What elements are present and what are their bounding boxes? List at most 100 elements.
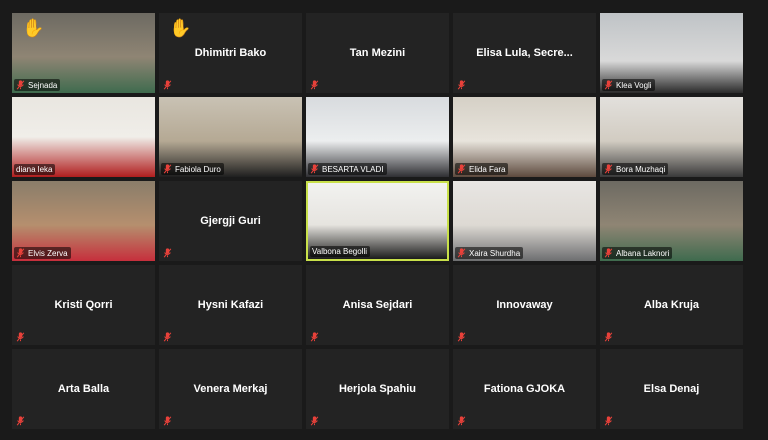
participant-status [455,79,469,91]
muted-mic-icon [457,80,466,90]
participant-name: Tan Mezini [349,47,406,59]
raised-hand-icon: ✋ [169,18,192,38]
participant-name: Xaira Shurdha [469,248,521,258]
participant-name: Valbona Begolli [312,247,368,256]
muted-mic-icon [163,80,172,90]
muted-mic-icon [16,248,25,258]
muted-mic-icon [457,248,466,258]
participant-name: Elsa Denaj [643,383,700,395]
participant-tile[interactable]: Albana Laknori [600,181,743,261]
participant-name-label: Albana Laknori [602,247,673,259]
participant-name: Elisa Lula, Secre... [476,47,573,59]
participant-name-label: Fabiola Duro [161,163,224,175]
participant-tile[interactable]: Elisa Lula, Secre... [453,13,596,93]
participant-tile[interactable]: Klea Vogli [600,13,743,93]
participant-name: Klea Vogli [616,80,652,90]
participant-tile[interactable]: Elida Fara [453,97,596,177]
participant-status [161,79,175,91]
participant-tile[interactable]: diana leka [12,97,155,177]
participant-status [14,331,28,343]
muted-mic-icon [16,332,25,342]
participant-name: Sejnada [28,80,58,90]
participant-status [602,415,616,427]
participant-tile[interactable]: Fationa GJOKA [453,349,596,429]
participant-name: Bora Muzhaqi [616,164,666,174]
participant-tile[interactable]: Xaira Shurdha [453,181,596,261]
muted-mic-icon [604,416,613,426]
participant-tile[interactable]: Fabiola Duro [159,97,302,177]
participant-tile[interactable]: Bora Muzhaqi [600,97,743,177]
participant-name: BESARTA VLADI [322,164,384,174]
muted-mic-icon [16,416,25,426]
participant-tile[interactable]: Arta Balla [12,349,155,429]
participant-tile[interactable]: Elsa Denaj [600,349,743,429]
participant-name: Gjergji Guri [200,215,261,227]
participant-name: Fationa GJOKA [483,383,566,395]
muted-mic-icon [163,416,172,426]
participant-status [161,415,175,427]
participant-tile[interactable]: Herjola Spahiu [306,349,449,429]
participant-status [455,331,469,343]
participant-status [161,247,175,259]
participant-name: Kristi Qorri [54,299,113,311]
participant-tile[interactable]: Innovaway [453,265,596,345]
participant-status [455,415,469,427]
participant-name: Venera Merkaj [193,383,268,395]
participant-tile[interactable]: Alba Kruja [600,265,743,345]
participant-name: Arta Balla [57,383,110,395]
participant-name-label: Xaira Shurdha [455,247,524,259]
participant-tile[interactable]: Tan Mezini [306,13,449,93]
muted-mic-icon [457,332,466,342]
participant-tile[interactable]: Sejnada ✋ [12,13,155,93]
participant-name-label: Bora Muzhaqi [602,163,669,175]
muted-mic-icon [310,416,319,426]
participant-status [308,79,322,91]
participant-tile[interactable]: Valbona Begolli [306,181,449,261]
participant-name: Alba Kruja [643,299,699,311]
participant-name: Dhimitri Bako [194,47,267,59]
participant-name: Anisa Sejdari [342,299,413,311]
participant-tile[interactable]: BESARTA VLADI [306,97,449,177]
participant-name-label: diana leka [14,164,56,175]
muted-mic-icon [604,332,613,342]
participant-name: Hysni Kafazi [197,299,264,311]
participant-name-label: Elida Fara [455,163,509,175]
participant-status [14,415,28,427]
muted-mic-icon [457,164,466,174]
participant-tile[interactable]: Dhimitri Bako ✋ [159,13,302,93]
muted-mic-icon [604,164,613,174]
muted-mic-icon [457,416,466,426]
participant-status [308,331,322,343]
participant-status [602,331,616,343]
participant-name-label: BESARTA VLADI [308,163,387,175]
participant-name: Albana Laknori [616,248,670,258]
participant-tile[interactable]: Gjergji Guri [159,181,302,261]
muted-mic-icon [310,164,319,174]
participant-tile[interactable]: Venera Merkaj [159,349,302,429]
participant-tile[interactable]: Kristi Qorri [12,265,155,345]
participant-name: Innovaway [496,299,553,311]
participant-name-label: Valbona Begolli [310,246,371,257]
participant-tile[interactable]: Elvis Zerva [12,181,155,261]
participant-name: Elvis Zerva [28,248,68,258]
participant-status [308,415,322,427]
participant-tile[interactable]: Anisa Sejdari [306,265,449,345]
participant-name-label: Elvis Zerva [14,247,71,259]
participant-tile[interactable]: Hysni Kafazi [159,265,302,345]
participant-name: Fabiola Duro [175,164,221,174]
participant-name: Herjola Spahiu [338,383,417,395]
participant-status [161,331,175,343]
muted-mic-icon [163,248,172,258]
muted-mic-icon [604,248,613,258]
participant-name: Elida Fara [469,164,506,174]
raised-hand-icon: ✋ [22,18,45,38]
muted-mic-icon [163,332,172,342]
participant-name-label: Klea Vogli [602,79,655,91]
participant-name: diana leka [16,165,53,174]
muted-mic-icon [310,80,319,90]
gallery-grid: Sejnada ✋ Dhimitri Bako ✋ Tan Mezini Elisa Lu… [0,0,768,440]
muted-mic-icon [163,164,172,174]
muted-mic-icon [604,80,613,90]
muted-mic-icon [16,80,25,90]
muted-mic-icon [310,332,319,342]
